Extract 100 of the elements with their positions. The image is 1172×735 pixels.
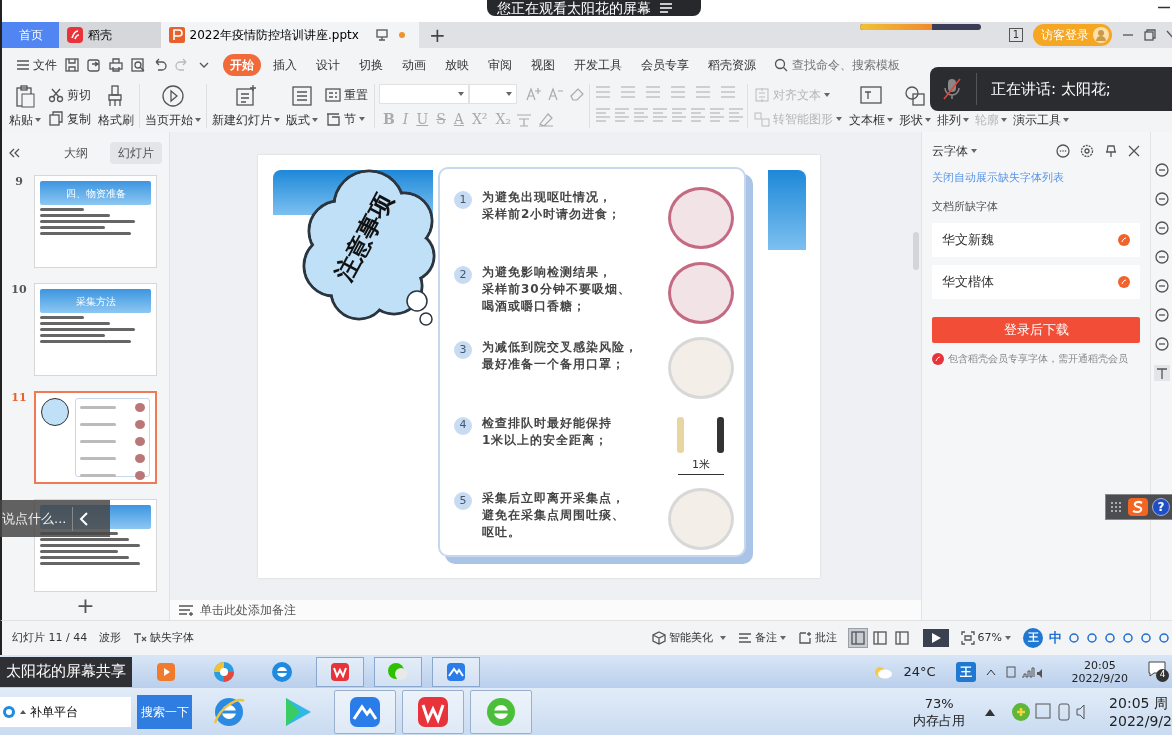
step-number: 5	[454, 491, 472, 510]
login-download-button[interactable]: 登录后下载	[932, 317, 1140, 343]
presentation-file-icon	[168, 27, 185, 43]
share-notice: 您正在观看太阳花的屏幕	[497, 1, 651, 15]
browser-app-icon	[212, 659, 236, 684]
chat-input[interactable]: 说点什么...	[0, 500, 110, 537]
taskbar-app[interactable]	[334, 689, 396, 734]
tip-text: 检查排队时最好能保持 1米以上的安全距离；	[482, 414, 613, 449]
ribbon-tab[interactable]: 审阅	[481, 54, 519, 76]
ribbon-button[interactable]: 节	[323, 108, 370, 130]
slide-number: 10	[10, 283, 28, 297]
section-label: 文档所缺字体	[932, 198, 999, 215]
ribbon-button[interactable]: 版式	[285, 84, 319, 129]
ribbon-tab[interactable]: 切换	[352, 54, 390, 76]
print-icon[interactable]	[108, 57, 124, 73]
ribbon-button[interactable]: 文本框	[848, 84, 894, 129]
notification-icon[interactable]	[1148, 660, 1166, 677]
menu-icon[interactable]	[659, 2, 673, 14]
close-icon[interactable]	[1128, 145, 1140, 157]
text-tool-icon[interactable]	[1153, 365, 1170, 381]
notes-placeholder[interactable]: 单击此处添加备注	[200, 601, 296, 619]
taskbar-app[interactable]	[470, 689, 532, 734]
cloud-font-dropdown[interactable]: 云字体	[932, 140, 977, 162]
ribbon-button[interactable]: 新建幻灯片	[211, 84, 281, 129]
preview-icon[interactable]	[130, 57, 146, 73]
collapse-icon[interactable]	[8, 147, 20, 159]
docer-badge-icon	[1118, 276, 1130, 288]
document-tab[interactable]: 2022年疫情防控培训讲座.pptx	[160, 22, 419, 48]
notes-button[interactable]: 备注	[737, 629, 786, 647]
avatar-icon	[1093, 27, 1109, 43]
font-icon	[133, 632, 148, 644]
ribbon-button[interactable]: 重置	[323, 84, 370, 106]
font-size-field[interactable]	[469, 84, 517, 104]
panel-tab[interactable]: 大纲	[56, 142, 96, 164]
comment-icon[interactable]	[1056, 144, 1070, 158]
shape-icon	[903, 84, 927, 108]
ribbon-tab[interactable]: 放映	[438, 54, 476, 76]
ie-app-icon	[270, 659, 294, 684]
file-menu[interactable]: 文件	[14, 54, 59, 76]
view-mode-button[interactable]	[892, 629, 911, 647]
ribbon-button[interactable]: 粘贴	[8, 84, 42, 129]
command-search-field[interactable]: 查找命令、搜索模板	[792, 56, 912, 74]
input-mode-toggle[interactable]: 中	[1049, 628, 1062, 648]
save-icon[interactable]	[64, 57, 80, 73]
copy-icon	[48, 111, 64, 127]
normal-view-icon	[850, 631, 865, 645]
taskbar-app[interactable]	[316, 656, 364, 687]
ribbon-tab[interactable]: 视图	[524, 54, 562, 76]
missing-fonts-button[interactable]: 缺失字体	[133, 629, 195, 647]
comments-button[interactable]: 批注	[797, 629, 837, 647]
add-slide-button[interactable]: +	[70, 594, 101, 618]
ribbon-tab[interactable]: 稻壳资源	[701, 54, 763, 76]
ribbon-button[interactable]: 剪切	[46, 84, 93, 106]
minimize-icon[interactable]	[1158, 6, 1170, 9]
ribbon-tab[interactable]: 会员专享	[634, 54, 696, 76]
new-slide-icon	[234, 84, 258, 108]
smart-beautify-button[interactable]: 智能美化	[651, 629, 726, 647]
export-icon[interactable]	[86, 57, 102, 73]
missing-font-item[interactable]: 华文楷体	[932, 265, 1140, 299]
search-field[interactable]: 补单平台	[30, 702, 110, 721]
new-tab-button[interactable]: +	[418, 22, 456, 48]
slide-thumbnail[interactable]	[34, 391, 157, 484]
font-name-field[interactable]	[379, 84, 469, 104]
ribbon-tab[interactable]: 开发工具	[567, 54, 629, 76]
ribbon-tab[interactable]: 设计	[309, 54, 347, 76]
view-mode-button[interactable]	[870, 629, 889, 647]
screen-number-badge[interactable]: 1	[1008, 28, 1023, 42]
search-button[interactable]: 搜索一下	[137, 694, 192, 729]
ribbon-tab[interactable]: 插入	[266, 54, 304, 76]
scrollbar[interactable]	[913, 232, 919, 270]
pin-icon[interactable]	[1104, 144, 1118, 158]
ribbon-button[interactable]: 格式刷	[97, 84, 135, 129]
fit-icon	[960, 631, 975, 645]
ribbon-tab[interactable]: 动画	[395, 54, 433, 76]
help-button[interactable]: ?	[1152, 498, 1170, 516]
view-mode-button[interactable]	[848, 629, 867, 647]
document-tab[interactable]: 稻壳	[59, 22, 161, 48]
ribbon-button[interactable]: 当页开始	[144, 84, 202, 129]
zoom-control[interactable]: 67%	[960, 629, 1011, 647]
missing-font-item[interactable]: 华文新魏	[932, 223, 1140, 257]
search-box[interactable]: 补单平台	[0, 696, 131, 727]
slideshow-button[interactable]	[922, 629, 949, 647]
restore-icon[interactable]	[1144, 29, 1156, 41]
taskbar-app[interactable]	[432, 656, 480, 687]
ribbon-button[interactable]: 复制	[46, 108, 93, 130]
grip-icon[interactable]	[1110, 500, 1124, 514]
cube-icon	[651, 631, 666, 645]
taskbar-app[interactable]	[402, 689, 464, 734]
show-hidden-icon[interactable]	[985, 707, 996, 716]
input-method-logo[interactable]: 王	[955, 661, 976, 682]
align-text-icon	[754, 87, 770, 103]
input-method-logo[interactable]: 王	[1023, 628, 1043, 648]
input-method-logo-icon[interactable]	[1128, 498, 1148, 516]
document-tab[interactable]: 首页	[2, 22, 60, 48]
show-hidden-icon[interactable]	[985, 667, 996, 676]
panel-tab[interactable]: 幻灯片	[110, 142, 162, 164]
play-circle-icon	[161, 84, 185, 108]
step-number: 1	[454, 191, 472, 209]
notes-icon	[178, 604, 194, 616]
docer-badge-icon	[1118, 234, 1130, 246]
